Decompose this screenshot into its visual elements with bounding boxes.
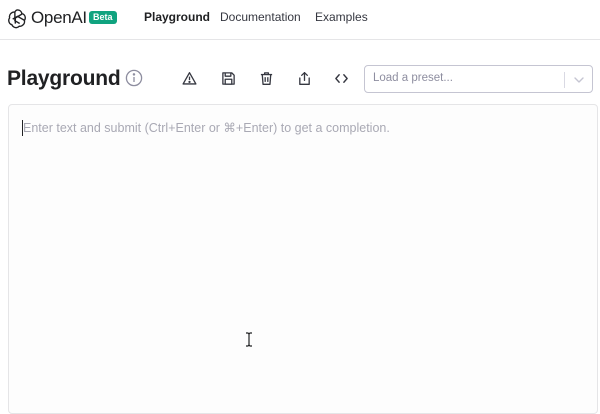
preset-select[interactable]: Load a preset... bbox=[364, 65, 593, 93]
brand-name: OpenAI bbox=[31, 8, 87, 27]
view-code-button[interactable] bbox=[332, 69, 350, 87]
beta-badge: Beta bbox=[89, 11, 117, 24]
nav-link-documentation[interactable]: Documentation bbox=[220, 10, 301, 25]
nav-link-playground[interactable]: Playground bbox=[144, 10, 210, 25]
save-icon bbox=[221, 71, 236, 86]
preset-placeholder: Load a preset... bbox=[373, 72, 453, 84]
nav-link-examples[interactable]: Examples bbox=[315, 10, 368, 25]
share-icon bbox=[297, 71, 312, 86]
warning-icon bbox=[181, 71, 197, 86]
prompt-editor[interactable]: Enter text and submit (Ctrl+Enter or ⌘+E… bbox=[8, 104, 598, 414]
preset-divider bbox=[564, 72, 565, 88]
code-icon bbox=[334, 71, 349, 86]
trash-icon bbox=[259, 71, 274, 86]
info-icon[interactable] bbox=[125, 69, 143, 87]
report-button[interactable] bbox=[180, 69, 198, 87]
editor-placeholder: Enter text and submit (Ctrl+Enter or ⌘+E… bbox=[23, 121, 390, 135]
brand-logo[interactable]: OpenAI bbox=[7, 7, 87, 29]
share-button[interactable] bbox=[295, 69, 313, 87]
page-title: Playground bbox=[7, 67, 121, 90]
delete-button[interactable] bbox=[257, 69, 275, 87]
chevron-down-icon[interactable] bbox=[572, 73, 586, 87]
ibeam-cursor-icon bbox=[245, 332, 253, 347]
save-button[interactable] bbox=[219, 69, 237, 87]
openai-logo-icon bbox=[7, 8, 28, 29]
top-nav: OpenAI Beta Playground Documentation Exa… bbox=[0, 0, 600, 40]
